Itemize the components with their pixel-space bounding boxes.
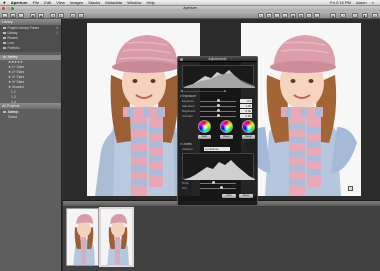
color-wheel-highlights[interactable] (242, 120, 255, 133)
slider-knob[interactable] (217, 104, 220, 108)
minimize-window-icon[interactable] (6, 7, 10, 10)
new-project-button[interactable]: + (2, 12, 8, 18)
auto-button[interactable]: Auto (198, 135, 211, 139)
temp-slider[interactable]: Temp (182, 181, 255, 185)
red-eye-tool-icon[interactable]: ◉ (290, 12, 296, 18)
toolbar: + ▤ ↓ ▦ ◆ ↺ ↻ ✉ ▭ ↖ ⟲ ⌗ ⊿ ◉ ✚ ⇡ ⇣ ⊕ ⤢ ⓘ … (0, 11, 380, 19)
email-icon[interactable]: ✉ (70, 12, 76, 18)
filmstrip (63, 200, 380, 271)
exposure-slider[interactable]: Exposure 0.0 (182, 99, 255, 103)
library-list: Project Library Folder 4 Library 1 Recent … (0, 25, 61, 52)
album-item[interactable]: Select (0, 115, 61, 120)
folder-icon (3, 41, 6, 45)
brightness-value[interactable]: 0.00 (240, 109, 252, 113)
import-button[interactable]: ↓ (18, 12, 24, 18)
stack-button[interactable]: ▦ (30, 12, 36, 18)
brightness-slider[interactable]: Brightness 0.00 (182, 109, 255, 113)
project-icon (3, 55, 6, 59)
window-title: Aperture (183, 6, 197, 10)
rotate-left-icon[interactable]: ↺ (50, 12, 56, 18)
slider-track (200, 187, 236, 189)
projects-panel: Library Project Library Folder 4 Library 1… (0, 19, 62, 271)
zoom-window-icon[interactable] (11, 7, 14, 10)
levels-section-header[interactable]: ▾ Levels (180, 142, 192, 146)
levels-histogram[interactable] (182, 153, 255, 180)
full-screen-icon[interactable]: ⤢ (340, 12, 346, 18)
levels-histogram-graph (183, 160, 255, 180)
thumbnail[interactable] (66, 208, 99, 266)
spot-patch-tool-icon[interactable]: ✚ (298, 12, 304, 18)
channel-row: Channel Luminance (182, 147, 255, 151)
viewer-options-button[interactable] (348, 186, 353, 191)
reset-button[interactable]: Reset (220, 135, 233, 139)
slider-knob[interactable] (212, 181, 215, 185)
list-item[interactable]: Portfolio (0, 46, 61, 51)
slider-knob[interactable] (220, 186, 223, 190)
straighten-tool-icon[interactable]: ⊿ (282, 12, 288, 18)
clock-icon (3, 36, 6, 40)
rotate-right-icon[interactable]: ↻ (58, 12, 64, 18)
window-controls (2, 7, 14, 10)
reset-button[interactable]: Reset (242, 135, 255, 139)
levels-indicator: ◄──────────────────► (180, 89, 227, 93)
light-table-icon[interactable]: ▭ (78, 12, 84, 18)
pick-button[interactable]: ◆ (38, 12, 44, 18)
histogram-graph (183, 70, 255, 88)
all-projects-header: All Projects (0, 103, 61, 109)
slider-knob[interactable] (217, 114, 220, 118)
color-wheel-midtones[interactable] (220, 120, 233, 133)
select-tool-icon[interactable]: ↖ (258, 12, 264, 18)
girl-photo-image (241, 23, 361, 196)
contrast-slider[interactable]: Contrast 0.00 (182, 114, 255, 118)
stamp-tool-icon[interactable]: ⇣ (314, 12, 320, 18)
saturation-value[interactable]: 1.00 (240, 104, 252, 108)
exposure-section-header[interactable]: ▾ Exposure (180, 94, 196, 98)
slider-knob[interactable] (217, 99, 220, 103)
crop-tool-icon[interactable]: ⌗ (274, 12, 280, 18)
project-item[interactable]: Ashley (0, 110, 61, 115)
close-icon[interactable] (180, 58, 183, 61)
inspector-icon[interactable]: ⓘ (352, 12, 358, 18)
photo-adjusted[interactable] (241, 23, 361, 196)
loupe-icon[interactable]: ⊕ (330, 12, 336, 18)
new-album-button[interactable]: ▤ (10, 12, 16, 18)
rotate-tool-icon[interactable]: ⟲ (266, 12, 272, 18)
channel-select[interactable]: Luminance (204, 147, 230, 151)
thumbnail-selected[interactable] (100, 208, 133, 266)
histogram (182, 65, 255, 88)
album-icon (3, 46, 6, 50)
slider-knob[interactable] (217, 109, 220, 113)
metadata-icon[interactable]: ≡ (372, 12, 378, 18)
contrast-value[interactable]: 0.00 (240, 114, 252, 118)
hud-title-bar[interactable]: Adjustments (178, 57, 257, 62)
thumbnail-image (67, 209, 98, 265)
project-icon (3, 110, 6, 114)
saturation-slider[interactable]: Saturation 1.00 (182, 104, 255, 108)
close-window-icon[interactable] (2, 7, 5, 10)
slider-track (200, 182, 236, 184)
hud-title: Adjustments (208, 57, 227, 61)
levels-auto-button[interactable]: Auto (222, 194, 236, 198)
tint-slider[interactable]: Tint (182, 186, 255, 190)
lift-tool-icon[interactable]: ⇡ (306, 12, 312, 18)
levels-reset-button[interactable]: Reset (239, 194, 253, 198)
thumbnail-image (101, 209, 132, 265)
hud-icon[interactable]: ◧ (362, 12, 368, 18)
exposure-value[interactable]: 0.0 (240, 99, 252, 103)
adjustments-hud[interactable]: Adjustments ◄──────────────────► ▾ Expos… (177, 56, 258, 206)
color-wheel-shadows[interactable] (198, 120, 211, 133)
folder-icon (3, 26, 6, 30)
library-icon (3, 31, 6, 35)
